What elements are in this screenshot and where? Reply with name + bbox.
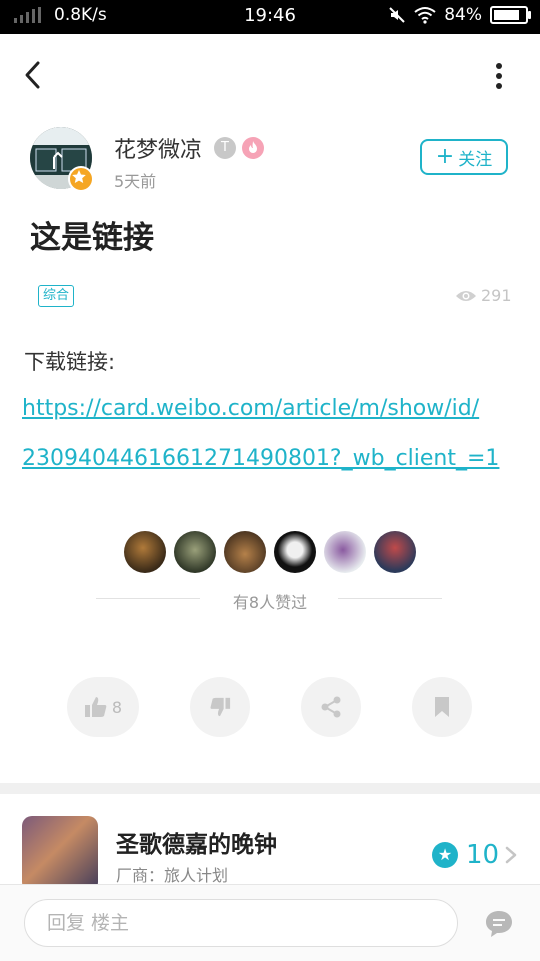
view-count: 291 bbox=[455, 286, 512, 305]
status-bar: 0.8K/s 19:46 84% bbox=[0, 0, 540, 34]
liker-avatar[interactable] bbox=[324, 531, 366, 573]
eye-icon bbox=[456, 290, 476, 301]
comment-icon[interactable] bbox=[484, 908, 514, 938]
fire-badge-icon bbox=[242, 137, 264, 159]
liker-avatars bbox=[124, 531, 416, 573]
section-separator bbox=[0, 783, 540, 794]
battery-text: 84% bbox=[444, 5, 482, 25]
post-title: 这是链接 bbox=[30, 220, 154, 256]
follow-label: 关注 bbox=[458, 149, 493, 170]
liker-avatar[interactable] bbox=[374, 531, 416, 573]
dislike-button[interactable] bbox=[190, 677, 250, 737]
category-tag[interactable]: 综合 bbox=[38, 285, 75, 307]
liker-avatar[interactable] bbox=[174, 531, 216, 573]
liker-avatar[interactable] bbox=[274, 531, 316, 573]
download-link-line1[interactable]: https://card.weibo.com/article/m/show/id… bbox=[22, 396, 479, 421]
liker-avatar[interactable] bbox=[124, 531, 166, 573]
thumb-down-icon bbox=[210, 697, 231, 717]
star-icon: ★ bbox=[432, 842, 458, 868]
game-cover-image[interactable] bbox=[22, 816, 98, 892]
back-icon[interactable] bbox=[18, 58, 48, 92]
mute-icon bbox=[389, 7, 405, 23]
wifi-icon bbox=[414, 7, 436, 24]
download-link-line2[interactable]: 2309404461661271490801?_wb_client_=1 bbox=[22, 446, 499, 471]
reply-input[interactable]: 回复 楼主 bbox=[24, 899, 458, 947]
game-vendor: 厂商：旅人计划 bbox=[116, 866, 229, 885]
game-name[interactable]: 圣歌德嘉的晚钟 bbox=[116, 825, 277, 859]
follow-button[interactable]: + 关注 bbox=[420, 139, 508, 175]
author-name[interactable]: 花梦微凉 bbox=[114, 132, 202, 164]
bookmark-button[interactable] bbox=[412, 677, 472, 737]
like-count: 8 bbox=[111, 697, 123, 717]
liker-avatar[interactable] bbox=[224, 531, 266, 573]
plus-icon: + bbox=[435, 144, 455, 169]
game-score[interactable]: ★ 10 bbox=[432, 840, 499, 870]
status-right: 84% bbox=[388, 5, 531, 25]
more-icon[interactable] bbox=[486, 60, 512, 92]
body-text: 下载链接: bbox=[24, 350, 116, 374]
battery-icon bbox=[490, 6, 531, 24]
like-button[interactable]: 8 bbox=[67, 677, 139, 737]
bookmark-icon bbox=[435, 697, 449, 717]
thumb-up-icon bbox=[84, 697, 107, 717]
game-score-value: 10 bbox=[466, 840, 500, 870]
chevron-right-icon[interactable] bbox=[504, 845, 518, 865]
level-badge-icon: T bbox=[214, 137, 236, 159]
share-button[interactable] bbox=[301, 677, 361, 737]
view-count-text: 291 bbox=[481, 286, 512, 305]
share-icon bbox=[321, 696, 341, 718]
divider-line bbox=[338, 598, 442, 599]
post-time: 5天前 bbox=[114, 172, 157, 191]
likers-count-text: 有8人赞过 bbox=[232, 593, 308, 612]
verified-badge-icon bbox=[68, 166, 94, 192]
